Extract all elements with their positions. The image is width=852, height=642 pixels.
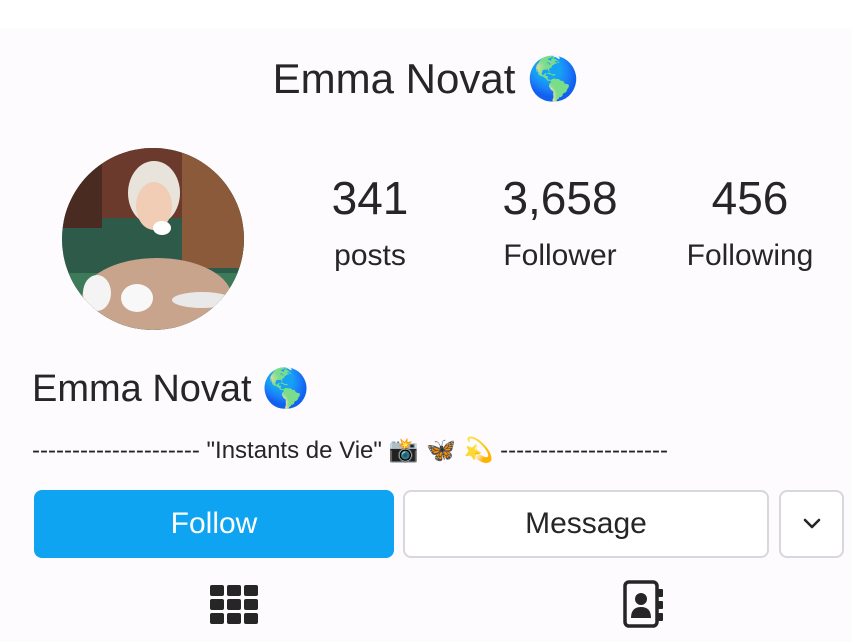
stat-following[interactable]: 456 Following bbox=[670, 170, 830, 276]
follow-button[interactable]: Follow bbox=[34, 490, 394, 558]
profile-name: Emma Novat 🌎 bbox=[32, 362, 310, 415]
globe-emoji: 🌎 bbox=[527, 54, 580, 103]
stat-followers-label: Follower bbox=[503, 239, 617, 272]
profile-bio: --------------------- "Instants de Vie" … bbox=[32, 433, 842, 468]
more-options-button[interactable] bbox=[779, 490, 844, 558]
header-username-text: Emma Novat bbox=[272, 55, 516, 102]
avatar[interactable] bbox=[62, 148, 244, 330]
stat-following-label: Following bbox=[686, 239, 814, 272]
globe-emoji: 🌎 bbox=[262, 366, 310, 410]
message-button[interactable]: Message bbox=[403, 490, 769, 558]
tagged-contact-icon bbox=[623, 580, 663, 628]
profile-name-text: Emma Novat bbox=[32, 368, 252, 410]
chevron-down-icon bbox=[803, 518, 820, 529]
stat-followers-value: 3,658 bbox=[502, 172, 618, 224]
top-strip bbox=[0, 0, 852, 28]
bio-dashes-left: --------------------- bbox=[32, 437, 200, 464]
stat-followers[interactable]: 3,658 Follower bbox=[480, 170, 640, 276]
follow-button-label: Follow bbox=[170, 507, 258, 540]
header-username: Emma Novat 🌎 bbox=[0, 52, 852, 106]
stat-posts-value: 341 bbox=[331, 172, 409, 224]
grid-icon bbox=[210, 585, 258, 624]
avatar-image bbox=[62, 148, 244, 330]
profile-stats: 341 posts 3,658 Follower 456 Following bbox=[300, 170, 840, 290]
bio-text: "Instants de Vie" bbox=[206, 437, 382, 464]
tab-tagged[interactable] bbox=[612, 576, 672, 632]
stat-following-value: 456 bbox=[711, 172, 789, 224]
message-button-label: Message bbox=[525, 507, 647, 540]
stat-posts-label: posts bbox=[334, 239, 406, 272]
tab-posts-grid[interactable] bbox=[204, 576, 264, 632]
bio-emojis: 📸 🦋 💫 bbox=[388, 436, 494, 464]
bio-dashes-right: --------------------- bbox=[500, 437, 668, 464]
stat-posts[interactable]: 341 posts bbox=[300, 170, 440, 276]
